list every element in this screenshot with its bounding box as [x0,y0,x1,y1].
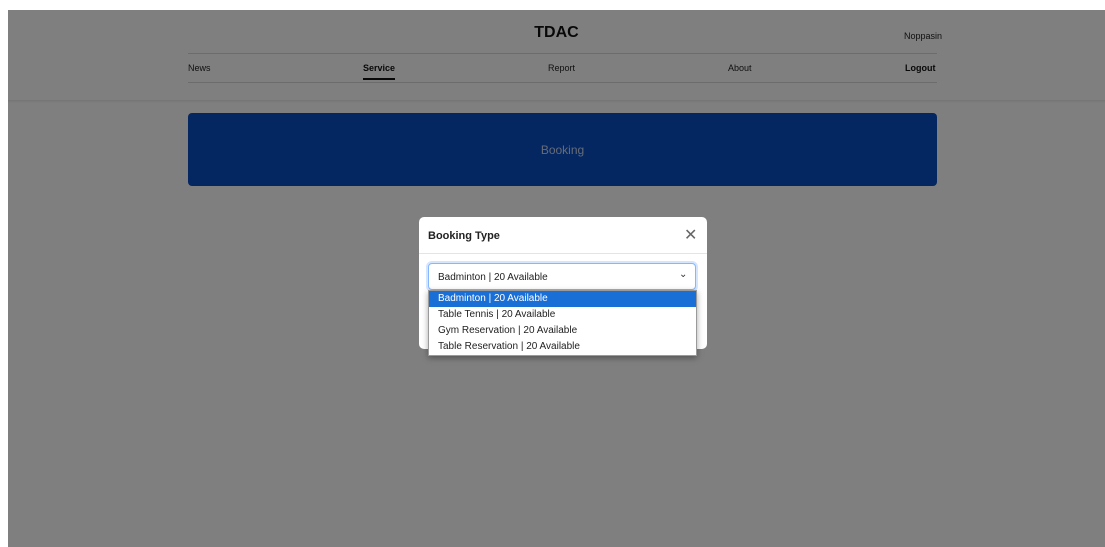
chevron-down-icon: ⌄ [679,269,688,280]
modal-title: Booking Type [428,230,500,242]
modal-divider [419,253,707,254]
booking-type-select[interactable]: Badminton | 20 Available ⌄ [428,263,696,290]
option-table-tennis[interactable]: Table Tennis | 20 Available [429,307,696,323]
option-table-reservation[interactable]: Table Reservation | 20 Available [429,339,696,355]
option-gym-reservation[interactable]: Gym Reservation | 20 Available [429,323,696,339]
top-strip [8,0,1105,10]
booking-type-options: Badminton | 20 Available Table Tennis | … [428,290,697,356]
close-icon[interactable]: ✕ [684,225,697,245]
option-badminton[interactable]: Badminton | 20 Available [429,291,696,307]
select-value: Badminton | 20 Available [438,272,548,283]
